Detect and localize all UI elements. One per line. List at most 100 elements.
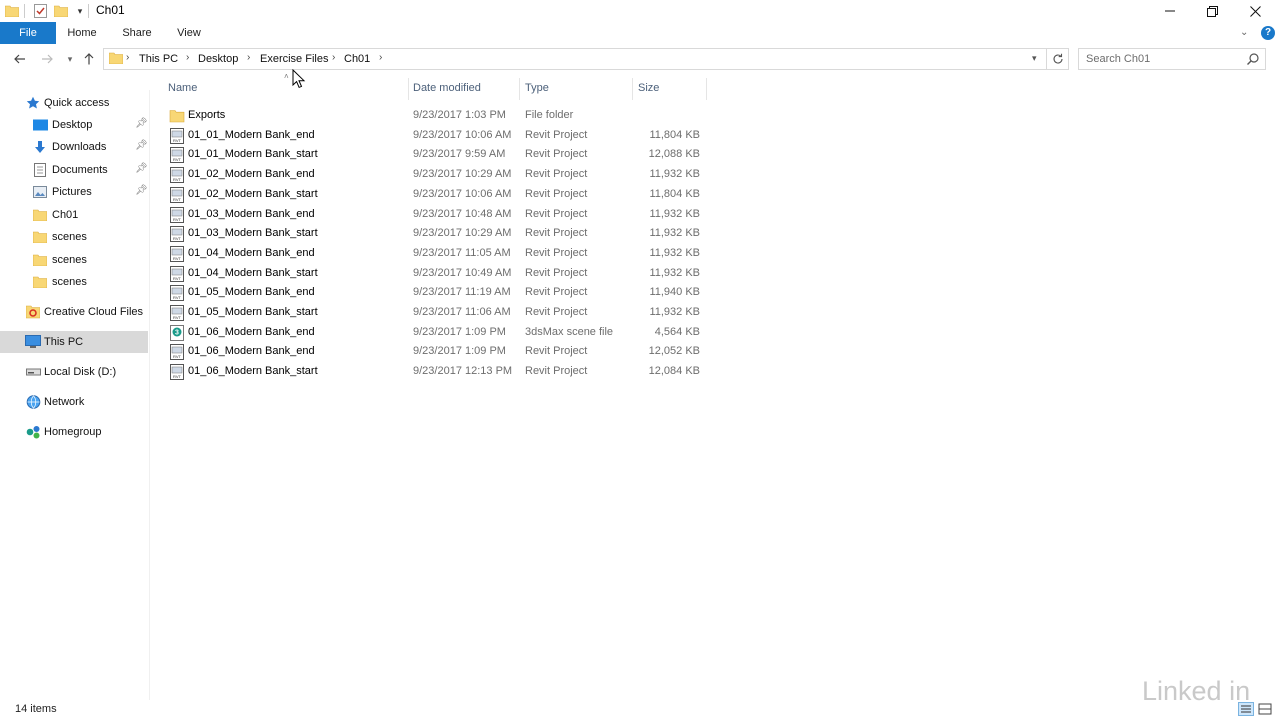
large-icons-view-icon[interactable]	[1257, 702, 1273, 716]
mouse-cursor-icon	[292, 69, 306, 89]
sidebar-item-downloads[interactable]: Downloads 📌︎	[0, 136, 148, 158]
sidebar-item-scenes[interactable]: scenes	[0, 249, 148, 271]
file-row[interactable]: RVT 01_04_Modern Bank_end 9/23/2017 11:0…	[160, 244, 710, 264]
file-row[interactable]: RVT 01_06_Modern Bank_start 9/23/2017 12…	[160, 362, 710, 382]
breadcrumb-ch01[interactable]: Ch01	[344, 53, 370, 65]
folder-icon	[32, 252, 48, 268]
file-row[interactable]: RVT 01_06_Modern Bank_end 9/23/2017 1:09…	[160, 342, 710, 362]
file-size: 11,804 KB	[649, 187, 700, 200]
sidebar-item-label: Documents	[52, 164, 108, 176]
file-row[interactable]: RVT 01_05_Modern Bank_end 9/23/2017 11:1…	[160, 283, 710, 303]
pin-icon[interactable]: 📌︎	[135, 185, 148, 196]
new-folder-icon[interactable]	[53, 3, 69, 19]
svg-text:RVT: RVT	[173, 256, 181, 261]
pin-icon[interactable]: 📌︎	[135, 140, 148, 151]
folder-icon	[169, 108, 185, 124]
sidebar-item-pictures[interactable]: Pictures 📌︎	[0, 181, 148, 203]
sidebar-item-label: scenes	[52, 276, 87, 288]
file-date: 9/23/2017 10:29 AM	[413, 168, 512, 181]
tab-home[interactable]: Home	[62, 22, 102, 44]
address-dropdown-icon[interactable]: ▾	[1032, 53, 1037, 64]
file-type: Revit Project	[525, 168, 588, 181]
refresh-button[interactable]	[1047, 48, 1069, 70]
revit-file-icon: RVT	[169, 206, 185, 223]
breadcrumb-exercise-files[interactable]: Exercise Files	[260, 53, 328, 65]
breadcrumb-separator-icon[interactable]: ›	[247, 52, 250, 63]
sidebar-item-network[interactable]: Network	[0, 391, 148, 413]
sidebar-item-documents[interactable]: Documents 📌︎	[0, 159, 148, 181]
file-row[interactable]: RVT 01_03_Modern Bank_start 9/23/2017 10…	[160, 224, 710, 244]
help-icon[interactable]: ?	[1261, 26, 1275, 40]
breadcrumb-separator-icon[interactable]: ›	[186, 52, 189, 63]
up-arrow-icon[interactable]	[80, 51, 98, 67]
search-icon[interactable]	[1246, 52, 1260, 66]
breadcrumb-desktop[interactable]: Desktop	[198, 53, 238, 65]
forward-arrow-icon[interactable]	[38, 51, 56, 67]
properties-icon[interactable]	[32, 3, 48, 19]
column-divider[interactable]	[519, 78, 520, 100]
restore-button[interactable]	[1190, 0, 1234, 22]
file-row[interactable]: 3 01_06_Modern Bank_end 9/23/2017 1:09 P…	[160, 323, 710, 343]
file-date: 9/23/2017 10:48 AM	[413, 207, 512, 220]
sidebar-item-homegroup[interactable]: Homegroup	[0, 421, 148, 443]
sidebar-item-creative-cloud[interactable]: Creative Cloud Files	[0, 301, 148, 323]
file-name: 01_04_Modern Bank_start	[188, 266, 318, 279]
file-row[interactable]: RVT 01_03_Modern Bank_end 9/23/2017 10:4…	[160, 205, 710, 225]
3dsmax-file-icon: 3	[169, 324, 185, 341]
column-header-size[interactable]: Size	[638, 82, 659, 94]
sidebar-item-quick-access[interactable]: Quick access	[0, 92, 148, 114]
tab-share[interactable]: Share	[117, 22, 157, 44]
sidebar-item-this-pc[interactable]: This PC	[0, 331, 148, 353]
file-size: 11,940 KB	[649, 286, 700, 299]
address-bar[interactable]: › This PC › Desktop › Exercise Files › C…	[103, 48, 1047, 70]
minimize-button[interactable]	[1148, 0, 1192, 22]
back-arrow-icon[interactable]	[11, 51, 29, 67]
recent-locations-icon[interactable]: ▾	[61, 51, 79, 67]
file-date: 9/23/2017 11:19 AM	[413, 286, 511, 299]
expand-ribbon-icon[interactable]: ⌄	[1240, 27, 1248, 38]
file-type: 3dsMax scene file	[525, 325, 614, 338]
svg-text:RVT: RVT	[173, 177, 181, 182]
sidebar-item-ch01[interactable]: Ch01	[0, 204, 148, 226]
tab-file[interactable]: File	[0, 22, 56, 44]
breadcrumb-this-pc[interactable]: This PC	[139, 53, 178, 65]
details-view-icon[interactable]	[1238, 702, 1254, 716]
column-divider[interactable]	[706, 78, 707, 100]
breadcrumb-separator-icon[interactable]: ›	[332, 52, 335, 63]
column-divider[interactable]	[408, 78, 409, 100]
pin-icon[interactable]: 📌︎	[135, 118, 148, 129]
sidebar-item-scenes[interactable]: scenes	[0, 226, 148, 248]
computer-icon	[25, 334, 41, 350]
file-row[interactable]: RVT 01_01_Modern Bank_end 9/23/2017 10:0…	[160, 126, 710, 146]
column-header-type[interactable]: Type	[525, 82, 549, 94]
file-row[interactable]: RVT 01_02_Modern Bank_end 9/23/2017 10:2…	[160, 165, 710, 185]
column-header-date[interactable]: Date modified	[413, 82, 481, 94]
svg-text:RVT: RVT	[173, 295, 181, 300]
sidebar-item-scenes[interactable]: scenes	[0, 271, 148, 293]
svg-text:RVT: RVT	[173, 374, 181, 379]
file-row[interactable]: RVT 01_04_Modern Bank_start 9/23/2017 10…	[160, 264, 710, 284]
column-divider[interactable]	[632, 78, 633, 100]
customize-toolbar-icon[interactable]: ▾	[72, 3, 88, 19]
breadcrumb-separator-icon[interactable]: ›	[126, 52, 129, 63]
sidebar-item-label: This PC	[44, 336, 84, 348]
sidebar-item-local-disk[interactable]: Local Disk (D:)	[0, 361, 148, 383]
column-header-name[interactable]: Name	[168, 82, 197, 94]
file-row[interactable]: RVT 01_01_Modern Bank_start 9/23/2017 9:…	[160, 145, 710, 165]
file-row[interactable]: Exports 9/23/2017 1:03 PM File folder	[160, 106, 710, 126]
folder-icon	[32, 207, 48, 223]
tab-view[interactable]: View	[170, 22, 208, 44]
file-size: 12,084 KB	[648, 365, 700, 378]
close-button[interactable]	[1233, 0, 1277, 22]
file-row[interactable]: RVT 01_05_Modern Bank_start 9/23/2017 11…	[160, 303, 710, 323]
revit-file-icon: RVT	[169, 245, 185, 262]
file-size: 12,088 KB	[648, 148, 700, 161]
search-input[interactable]	[1079, 49, 1239, 69]
sidebar-item-label: Ch01	[52, 209, 79, 221]
file-row[interactable]: RVT 01_02_Modern Bank_start 9/23/2017 10…	[160, 185, 710, 205]
file-type: Revit Project	[525, 148, 588, 161]
homegroup-icon	[25, 424, 41, 440]
pin-icon[interactable]: 📌︎	[135, 163, 148, 174]
sidebar-item-desktop[interactable]: Desktop 📌︎	[0, 114, 148, 136]
breadcrumb-separator-icon[interactable]: ›	[379, 52, 382, 63]
